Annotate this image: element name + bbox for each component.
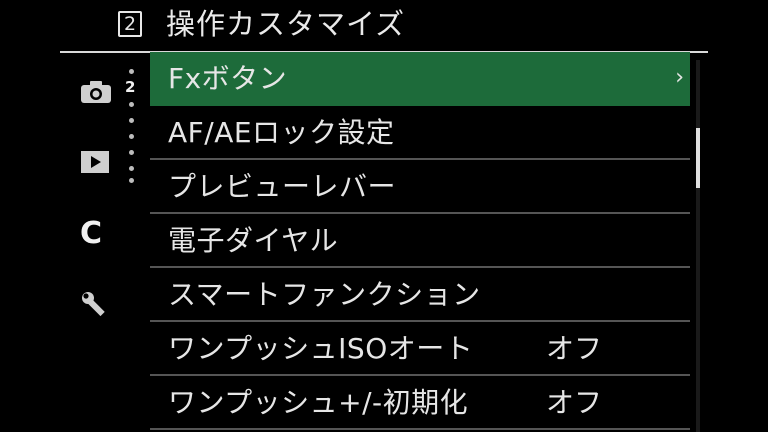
menu-item-af-ae-lock[interactable]: AF/AEロック設定 — [150, 106, 690, 160]
scrollbar-thumb[interactable] — [696, 128, 700, 188]
menu-item-label: ワンプッシュ+/-初期化 — [168, 386, 469, 419]
page-dot — [129, 69, 134, 74]
scrollbar[interactable] — [696, 60, 700, 432]
custom-icon[interactable]: C — [80, 218, 102, 250]
menu-item-label: プレビューレバー — [168, 170, 397, 203]
page-number-badge: 2 — [118, 11, 142, 37]
menu-item-smart-function[interactable]: スマートファンクション — [150, 268, 690, 322]
chevron-right-icon: › — [675, 65, 684, 90]
page-dot — [129, 150, 134, 155]
menu-item-value: オフ — [546, 386, 603, 419]
menu-item-preview-lever[interactable]: プレビューレバー — [150, 160, 690, 214]
page-title: 操作カスタマイズ — [166, 7, 406, 41]
menu-list: Fxボタン › AF/AEロック設定 プレビューレバー 電子ダイヤル スマートフ… — [150, 52, 690, 432]
menu-item-label: ワンプッシュISOオート — [168, 332, 474, 365]
menu-item-label: 電子ダイヤル — [168, 224, 339, 257]
menu-item-fx-button[interactable]: Fxボタン › — [150, 52, 690, 106]
play-icon[interactable] — [80, 150, 110, 178]
header: 2 操作カスタマイズ — [0, 0, 768, 52]
wrench-icon[interactable] — [80, 290, 108, 322]
menu-item-label: スマートファンクション — [168, 278, 481, 311]
menu-item-value: オフ — [546, 332, 603, 365]
menu-item-one-push-reset[interactable]: ワンプッシュ+/-初期化 オフ — [150, 376, 690, 430]
page-dot — [129, 134, 134, 139]
page-dot — [129, 166, 134, 171]
page-dot — [129, 118, 134, 123]
menu-item-one-push-iso-auto[interactable]: ワンプッシュISOオート オフ — [150, 322, 690, 376]
menu-item-electronic-dial[interactable]: 電子ダイヤル — [150, 214, 690, 268]
sub-page-number: 2 — [125, 78, 136, 96]
menu-item-label: Fxボタン — [168, 62, 288, 95]
page-dot — [129, 102, 134, 107]
page-dot — [129, 178, 134, 183]
menu-item-label: AF/AEロック設定 — [168, 116, 395, 149]
camera-icon[interactable] — [80, 80, 112, 108]
